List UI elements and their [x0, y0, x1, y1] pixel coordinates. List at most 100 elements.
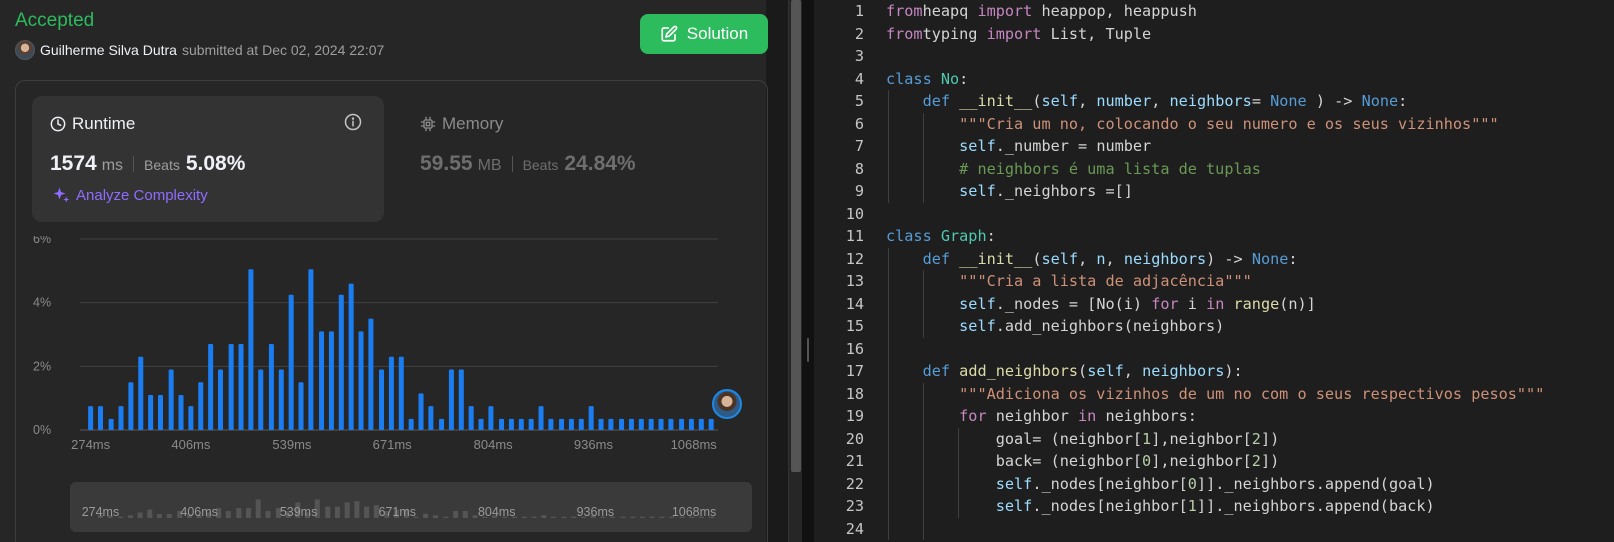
chart-bar[interactable] [658, 418, 664, 430]
chart-bar[interactable] [588, 406, 594, 430]
chart-bar[interactable] [698, 418, 704, 430]
chart-bar[interactable] [548, 418, 554, 430]
runtime-header[interactable]: Runtime [50, 114, 135, 134]
chart-bar[interactable] [128, 382, 134, 430]
chart-bar[interactable] [379, 369, 385, 430]
code-editor[interactable]: 1 fromheapq import heappop, heappush 2 from… [814, 0, 1614, 542]
chart-bar[interactable] [559, 418, 565, 430]
code-text: def __init__(self, n, neighbors) -> None… [886, 248, 1298, 271]
code-line[interactable]: 13 """Cria a lista de adjacência""" [814, 270, 1614, 293]
your-submission-marker[interactable] [712, 389, 742, 419]
code-line[interactable]: 20 goal= (neighbor[1],neighbor[2]) [814, 428, 1614, 451]
chart-bar[interactable] [178, 394, 184, 430]
code-line[interactable]: 4 class No: [814, 68, 1614, 91]
code-line[interactable]: 6 """Cria um no, colocando o seu numero … [814, 113, 1614, 136]
code-line[interactable]: 23 self._nodes[neighbor[1]]._neighbors.a… [814, 495, 1614, 518]
panel-scrollbar[interactable] [788, 0, 802, 542]
chart-bar[interactable] [308, 269, 314, 430]
chart-bar[interactable] [188, 406, 194, 430]
code-line[interactable]: 21 back= (neighbor[0],neighbor[2]) [814, 450, 1614, 473]
chart-bar[interactable] [98, 406, 104, 430]
info-icon[interactable] [344, 113, 362, 131]
chart-bar[interactable] [208, 344, 214, 430]
chart-bar[interactable] [458, 369, 464, 430]
chart-bar[interactable] [148, 394, 154, 430]
chart-bar[interactable] [158, 394, 164, 430]
chart-bar[interactable] [598, 418, 604, 430]
chart-bar[interactable] [238, 344, 244, 430]
chart-bar[interactable] [578, 418, 584, 430]
code-line[interactable]: 15 self.add_neighbors(neighbors) [814, 315, 1614, 338]
code-line[interactable]: 24 [814, 518, 1614, 541]
chart-bar[interactable] [708, 418, 714, 430]
code-line[interactable]: 11 class Graph: [814, 225, 1614, 248]
chart-bar[interactable] [319, 331, 325, 430]
chart-bar[interactable] [688, 418, 694, 430]
chart-bar[interactable] [368, 318, 374, 430]
chart-bar[interactable] [528, 418, 534, 430]
scrollbar-thumb[interactable] [791, 0, 801, 472]
chart-bar[interactable] [168, 369, 174, 430]
chart-bar[interactable] [518, 418, 524, 430]
chart-bar[interactable] [88, 406, 94, 430]
code-line[interactable]: 3 [814, 45, 1614, 68]
code-line[interactable]: 10 [814, 203, 1614, 226]
chart-bar[interactable] [268, 344, 274, 430]
chart-bar[interactable] [478, 418, 484, 430]
chart-bar[interactable] [418, 393, 424, 430]
chart-bar[interactable] [388, 356, 394, 430]
chart-bar[interactable] [248, 269, 254, 430]
code-line[interactable]: 14 self._nodes = [No(i) for i in range(n… [814, 293, 1614, 316]
chart-bar[interactable] [508, 418, 514, 430]
code-line[interactable]: 16 [814, 338, 1614, 361]
chart-bar[interactable] [338, 294, 344, 430]
chart-bar[interactable] [218, 369, 224, 430]
chart-bar[interactable] [348, 283, 354, 430]
chart-bar[interactable] [679, 418, 685, 430]
panel-resize-handle[interactable] [802, 0, 814, 542]
chart-bar[interactable] [428, 406, 434, 430]
code-line[interactable]: 22 self._nodes[neighbor[0]]._neighbors.a… [814, 473, 1614, 496]
chart-bar[interactable] [198, 382, 204, 430]
chart-bar[interactable] [108, 418, 114, 430]
chart-bar[interactable] [608, 418, 614, 430]
code-line[interactable]: 2 fromtyping import List, Tuple [814, 23, 1614, 46]
chart-bar[interactable] [628, 418, 634, 430]
analyze-complexity-button[interactable]: Analyze Complexity [52, 186, 208, 204]
chart-bar[interactable] [538, 406, 544, 430]
chart-bar[interactable] [468, 406, 474, 430]
code-line[interactable]: 7 self._number = number [814, 135, 1614, 158]
memory-tab[interactable]: Memory [420, 114, 503, 134]
chart-bar[interactable] [439, 418, 445, 430]
chart-bar[interactable] [258, 369, 264, 430]
chart-bar[interactable] [398, 356, 404, 430]
chart-bar[interactable] [278, 369, 284, 430]
code-line[interactable]: 17 def add_neighbors(self, neighbors): [814, 360, 1614, 383]
solution-button[interactable]: Solution [640, 14, 768, 54]
chart-bar[interactable] [568, 418, 574, 430]
chart-bar[interactable] [648, 418, 654, 430]
code-line[interactable]: 1 fromheapq import heappop, heappush [814, 0, 1614, 23]
avatar[interactable] [15, 40, 35, 60]
chart-bar[interactable] [118, 406, 124, 430]
chart-bar[interactable] [619, 418, 625, 430]
chart-bar[interactable] [328, 331, 334, 430]
code-line[interactable]: 9 self._neighbors =[] [814, 180, 1614, 203]
chart-bar[interactable] [499, 418, 505, 430]
chart-bar[interactable] [408, 418, 414, 430]
submitter-name[interactable]: Guilherme Silva Dutra [40, 42, 177, 58]
code-line[interactable]: 5 def __init__(self, number, neighbors= … [814, 90, 1614, 113]
chart-bar[interactable] [448, 369, 454, 430]
code-line[interactable]: 18 """Adiciona os vizinhos de um no com … [814, 383, 1614, 406]
chart-bar[interactable] [138, 356, 144, 430]
chart-bar[interactable] [298, 382, 304, 430]
code-line[interactable]: 8 # neighbors é uma lista de tuplas [814, 158, 1614, 181]
code-line[interactable]: 12 def __init__(self, n, neighbors) -> N… [814, 248, 1614, 271]
chart-bar[interactable] [668, 418, 674, 430]
chart-bar[interactable] [228, 344, 234, 430]
chart-bar[interactable] [638, 418, 644, 430]
code-line[interactable]: 19 for neighbor in neighbors: [814, 405, 1614, 428]
chart-bar[interactable] [288, 294, 294, 430]
chart-bar[interactable] [488, 406, 494, 430]
chart-bar[interactable] [358, 331, 364, 430]
